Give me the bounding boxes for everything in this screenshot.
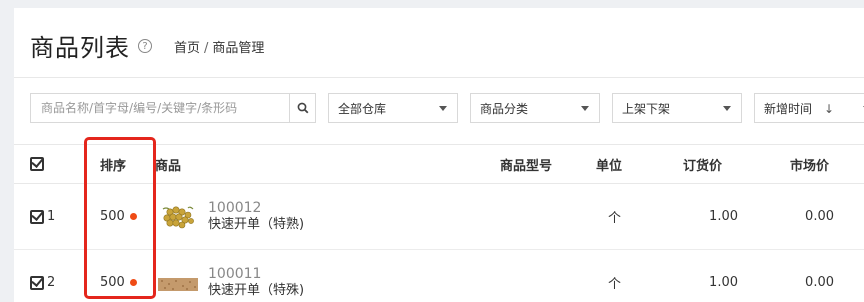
caret-down-icon <box>581 105 589 111</box>
checkbox-checked-icon <box>30 275 44 290</box>
breadcrumb: 首页 / 商品管理 <box>174 37 264 56</box>
warehouse-select-value: 全部仓库 <box>338 101 387 116</box>
order-price: 1.00 <box>709 209 738 224</box>
shelf-status-select-value: 上架下架 <box>622 101 671 116</box>
product-name[interactable]: 快速开单（特熟) <box>208 216 304 233</box>
header-divider <box>14 77 864 78</box>
product-code: 100011 <box>208 266 262 282</box>
category-select-value: 商品分类 <box>480 101 529 116</box>
sort-select[interactable]: 新增时间 ↓ <box>754 93 864 123</box>
checkbox-checked-icon <box>30 157 44 171</box>
row-index: 2 <box>47 275 56 290</box>
product-info: 100012 快速开单（特熟) <box>208 200 304 233</box>
product-unit: 个 <box>608 277 622 292</box>
category-select[interactable]: 商品分类 <box>470 93 600 123</box>
order-price: 1.00 <box>709 275 738 290</box>
search-icon <box>297 102 308 114</box>
column-header-order-price: 订货价 <box>683 158 723 174</box>
product-thumbnail-soybeans <box>158 202 198 231</box>
shelf-status-select[interactable]: 上架下架 <box>612 93 742 123</box>
product-cell[interactable]: 100012 快速开单（特熟) <box>158 184 304 249</box>
search-input[interactable] <box>31 94 289 122</box>
column-header-unit: 单位 <box>596 158 623 174</box>
search-box <box>30 93 316 123</box>
sort-column-highlight-annotation <box>84 137 156 299</box>
product-thumbnail-grain <box>158 268 198 297</box>
product-cell[interactable]: 100011 快速开单（特殊) <box>158 250 304 302</box>
product-unit: 个 <box>608 211 622 226</box>
search-button[interactable] <box>289 94 315 122</box>
row-index: 1 <box>47 209 56 224</box>
row-select[interactable]: 2 <box>30 250 55 302</box>
sort-direction-icon: ↓ <box>824 101 835 116</box>
page-header: 商品列表 ? 首页 / 商品管理 <box>30 28 264 62</box>
sort-select-value: 新增时间 ↓ <box>764 100 834 117</box>
warehouse-select[interactable]: 全部仓库 <box>328 93 458 123</box>
product-info: 100011 快速开单（特殊) <box>208 266 304 299</box>
product-code: 100012 <box>208 200 262 216</box>
page-title: 商品列表 <box>30 33 130 62</box>
select-all-checkbox[interactable] <box>30 145 44 183</box>
caret-down-icon <box>439 105 447 111</box>
caret-down-icon <box>723 105 731 111</box>
market-price: 0.00 <box>805 209 834 224</box>
help-icon[interactable]: ? <box>138 39 152 53</box>
column-header-model: 商品型号 <box>500 158 553 174</box>
breadcrumb-separator: / <box>204 40 209 56</box>
column-header-market-price: 市场价 <box>790 158 830 174</box>
row-select[interactable]: 1 <box>30 184 55 249</box>
market-price: 0.00 <box>805 275 834 290</box>
breadcrumb-home-link[interactable]: 首页 <box>174 41 200 56</box>
column-header-product: 商品 <box>155 158 182 174</box>
product-name[interactable]: 快速开单（特殊) <box>208 282 304 299</box>
checkbox-checked-icon <box>30 209 44 224</box>
sort-field: 新增时间 <box>764 101 813 116</box>
breadcrumb-current: 商品管理 <box>212 40 265 56</box>
filter-bar: 全部仓库 商品分类 上架下架 新增时间 ↓ <box>30 93 864 123</box>
